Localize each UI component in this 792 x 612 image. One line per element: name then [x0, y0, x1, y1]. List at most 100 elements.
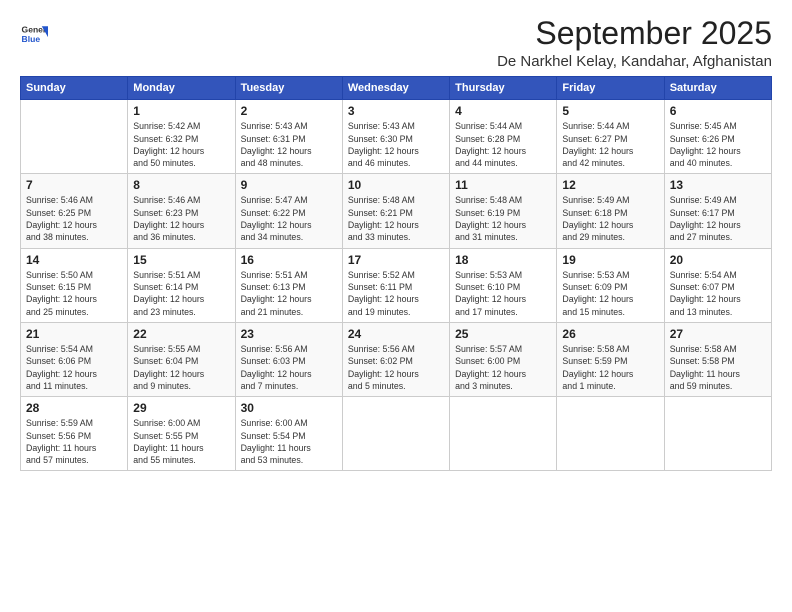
day-number: 25	[455, 327, 551, 341]
day-number: 27	[670, 327, 766, 341]
day-number: 4	[455, 104, 551, 118]
calendar-cell: 24Sunrise: 5:56 AM Sunset: 6:02 PM Dayli…	[342, 322, 449, 396]
calendar-cell: 3 Sunrise: 5:43 AM Sunset: 6:30 PM Daylig…	[342, 100, 449, 174]
day-info: Sunrise: 5:51 AM Sunset: 6:14 PM Dayligh…	[133, 269, 229, 318]
day-info: Sunrise: 5:44 AM Sunset: 6:27 PM Dayligh…	[562, 120, 658, 169]
calendar-cell	[342, 397, 449, 471]
header: General Blue September 2025 De Narkhel K…	[20, 16, 772, 70]
day-number: 11	[455, 178, 551, 192]
day-info: Sunrise: 5:43 AM Sunset: 6:30 PM Dayligh…	[348, 120, 444, 169]
calendar-cell: 23 Sunrise: 5:56 AM Sunset: 6:03 PM Dayli…	[235, 322, 342, 396]
day-number: 28	[26, 401, 122, 415]
calendar-cell: 10 Sunrise: 5:48 AM Sunset: 6:21 PM Dayli…	[342, 174, 449, 248]
day-info: Sunrise: 5:45 AM Sunset: 6:26 PM Dayligh…	[670, 120, 766, 169]
calendar-week-2: 7 Sunrise: 5:46 AM Sunset: 6:25 PM Daylig…	[21, 174, 772, 248]
calendar-cell	[664, 397, 771, 471]
day-info: Sunrise: 5:53 AM Sunset: 6:10 PM Dayligh…	[455, 269, 551, 318]
calendar-cell: 13 Sunrise: 5:49 AM Sunset: 6:17 PM Dayli…	[664, 174, 771, 248]
calendar-cell: 14Sunrise: 5:50 AM Sunset: 6:15 PM Dayli…	[21, 248, 128, 322]
day-info: Sunrise: 5:57 AM Sunset: 6:00 PM Dayligh…	[455, 343, 551, 392]
calendar-week-3: 14Sunrise: 5:50 AM Sunset: 6:15 PM Dayli…	[21, 248, 772, 322]
day-number: 17	[348, 253, 444, 267]
calendar-cell: 22Sunrise: 5:55 AM Sunset: 6:04 PM Dayli…	[128, 322, 235, 396]
calendar-cell	[557, 397, 664, 471]
header-friday: Friday	[557, 77, 664, 100]
title-area: September 2025 De Narkhel Kelay, Kandaha…	[497, 16, 772, 70]
day-number: 19	[562, 253, 658, 267]
calendar-cell: 29 Sunrise: 6:00 AM Sunset: 5:55 PM Dayli…	[128, 397, 235, 471]
month-title: September 2025	[497, 16, 772, 51]
header-thursday: Thursday	[450, 77, 557, 100]
day-info: Sunrise: 5:46 AM Sunset: 6:25 PM Dayligh…	[26, 194, 122, 243]
day-number: 9	[241, 178, 337, 192]
day-number: 8	[133, 178, 229, 192]
day-info: Sunrise: 5:43 AM Sunset: 6:31 PM Dayligh…	[241, 120, 337, 169]
day-info: Sunrise: 5:56 AM Sunset: 6:03 PM Dayligh…	[241, 343, 337, 392]
day-number: 30	[241, 401, 337, 415]
calendar-cell: 5Sunrise: 5:44 AM Sunset: 6:27 PM Daylig…	[557, 100, 664, 174]
calendar-week-5: 28 Sunrise: 5:59 AM Sunset: 5:56 PM Dayli…	[21, 397, 772, 471]
day-info: Sunrise: 5:54 AM Sunset: 6:07 PM Dayligh…	[670, 269, 766, 318]
calendar-cell	[450, 397, 557, 471]
day-number: 18	[455, 253, 551, 267]
calendar-cell: 25 Sunrise: 5:57 AM Sunset: 6:00 PM Dayli…	[450, 322, 557, 396]
day-number: 29	[133, 401, 229, 415]
logo: General Blue	[20, 20, 48, 48]
day-info: Sunrise: 5:42 AM Sunset: 6:32 PM Dayligh…	[133, 120, 229, 169]
day-info: Sunrise: 5:48 AM Sunset: 6:19 PM Dayligh…	[455, 194, 551, 243]
day-number: 15	[133, 253, 229, 267]
day-info: Sunrise: 5:52 AM Sunset: 6:11 PM Dayligh…	[348, 269, 444, 318]
calendar-cell	[21, 100, 128, 174]
calendar-cell: 26 Sunrise: 5:58 AM Sunset: 5:59 PM Dayli…	[557, 322, 664, 396]
day-number: 14	[26, 253, 122, 267]
day-number: 10	[348, 178, 444, 192]
calendar-cell: 18 Sunrise: 5:53 AM Sunset: 6:10 PM Dayli…	[450, 248, 557, 322]
calendar-cell: 2 Sunrise: 5:43 AM Sunset: 6:31 PM Daylig…	[235, 100, 342, 174]
day-number: 7	[26, 178, 122, 192]
day-info: Sunrise: 5:53 AM Sunset: 6:09 PM Dayligh…	[562, 269, 658, 318]
header-wednesday: Wednesday	[342, 77, 449, 100]
day-info: Sunrise: 5:48 AM Sunset: 6:21 PM Dayligh…	[348, 194, 444, 243]
day-info: Sunrise: 5:46 AM Sunset: 6:23 PM Dayligh…	[133, 194, 229, 243]
day-number: 23	[241, 327, 337, 341]
day-number: 22	[133, 327, 229, 341]
day-info: Sunrise: 5:47 AM Sunset: 6:22 PM Dayligh…	[241, 194, 337, 243]
day-info: Sunrise: 5:58 AM Sunset: 5:59 PM Dayligh…	[562, 343, 658, 392]
calendar-cell: 27Sunrise: 5:58 AM Sunset: 5:58 PM Dayli…	[664, 322, 771, 396]
header-monday: Monday	[128, 77, 235, 100]
day-number: 12	[562, 178, 658, 192]
day-number: 21	[26, 327, 122, 341]
calendar-cell: 20Sunrise: 5:54 AM Sunset: 6:07 PM Dayli…	[664, 248, 771, 322]
calendar-table: Sunday Monday Tuesday Wednesday Thursday…	[20, 76, 772, 471]
day-info: Sunrise: 5:49 AM Sunset: 6:17 PM Dayligh…	[670, 194, 766, 243]
calendar-cell: 6 Sunrise: 5:45 AM Sunset: 6:26 PM Daylig…	[664, 100, 771, 174]
day-info: Sunrise: 5:51 AM Sunset: 6:13 PM Dayligh…	[241, 269, 337, 318]
day-info: Sunrise: 5:54 AM Sunset: 6:06 PM Dayligh…	[26, 343, 122, 392]
calendar-cell: 9 Sunrise: 5:47 AM Sunset: 6:22 PM Daylig…	[235, 174, 342, 248]
day-info: Sunrise: 6:00 AM Sunset: 5:54 PM Dayligh…	[241, 417, 337, 466]
calendar-cell: 19 Sunrise: 5:53 AM Sunset: 6:09 PM Dayli…	[557, 248, 664, 322]
day-number: 3	[348, 104, 444, 118]
day-info: Sunrise: 5:59 AM Sunset: 5:56 PM Dayligh…	[26, 417, 122, 466]
calendar-cell: 16 Sunrise: 5:51 AM Sunset: 6:13 PM Dayli…	[235, 248, 342, 322]
day-number: 13	[670, 178, 766, 192]
calendar-cell: 1 Sunrise: 5:42 AM Sunset: 6:32 PM Daylig…	[128, 100, 235, 174]
header-saturday: Saturday	[664, 77, 771, 100]
header-sunday: Sunday	[21, 77, 128, 100]
day-number: 16	[241, 253, 337, 267]
day-number: 6	[670, 104, 766, 118]
calendar-header-row: Sunday Monday Tuesday Wednesday Thursday…	[21, 77, 772, 100]
calendar-cell: 7 Sunrise: 5:46 AM Sunset: 6:25 PM Daylig…	[21, 174, 128, 248]
header-tuesday: Tuesday	[235, 77, 342, 100]
day-info: Sunrise: 5:44 AM Sunset: 6:28 PM Dayligh…	[455, 120, 551, 169]
day-number: 1	[133, 104, 229, 118]
calendar-cell: 15 Sunrise: 5:51 AM Sunset: 6:14 PM Dayli…	[128, 248, 235, 322]
calendar-cell: 21 Sunrise: 5:54 AM Sunset: 6:06 PM Dayli…	[21, 322, 128, 396]
day-info: Sunrise: 5:49 AM Sunset: 6:18 PM Dayligh…	[562, 194, 658, 243]
calendar-week-4: 21 Sunrise: 5:54 AM Sunset: 6:06 PM Dayli…	[21, 322, 772, 396]
logo-icon: General Blue	[20, 20, 48, 48]
day-number: 2	[241, 104, 337, 118]
day-number: 26	[562, 327, 658, 341]
calendar-cell: 8 Sunrise: 5:46 AM Sunset: 6:23 PM Daylig…	[128, 174, 235, 248]
day-info: Sunrise: 6:00 AM Sunset: 5:55 PM Dayligh…	[133, 417, 229, 466]
